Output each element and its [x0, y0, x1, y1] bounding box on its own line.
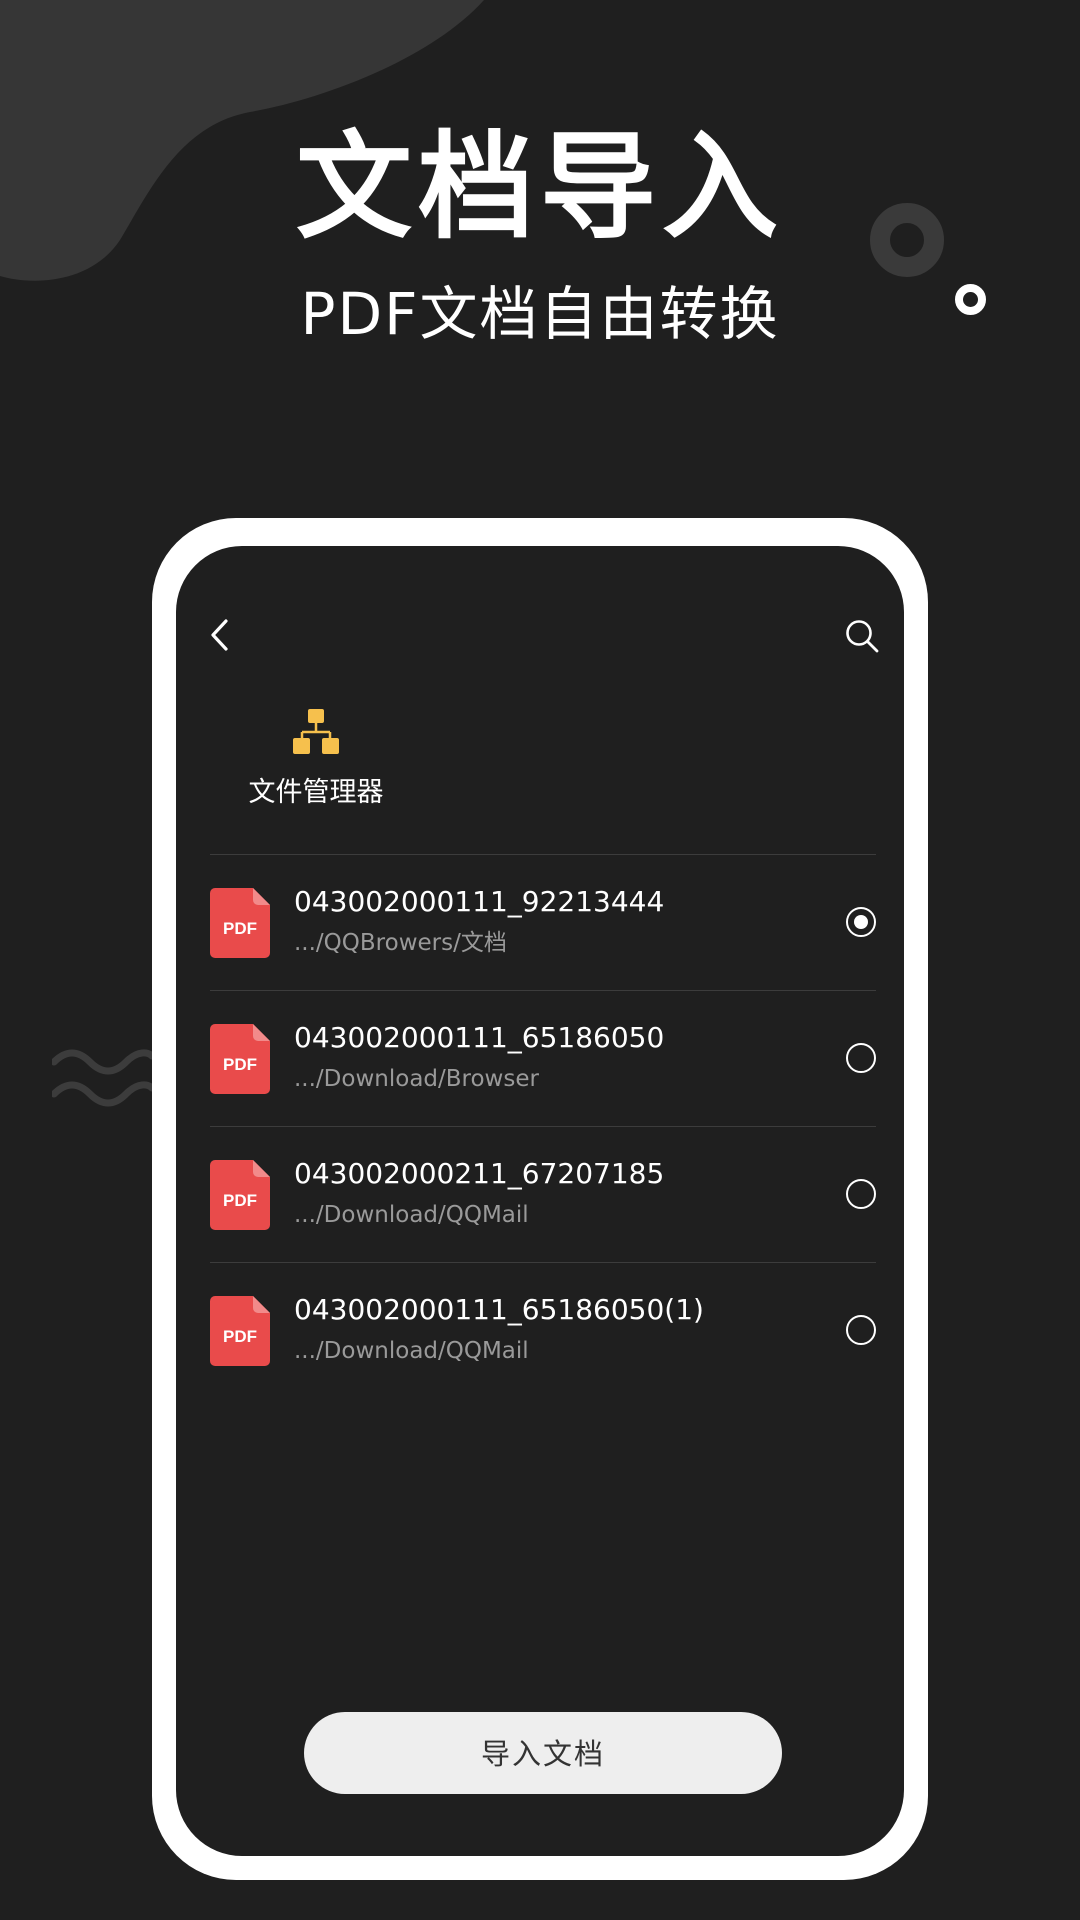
pdf-icon-text: PDF	[223, 1055, 257, 1074]
radio-button[interactable]	[846, 1179, 876, 1209]
file-manager-button[interactable]: 文件管理器	[236, 708, 396, 810]
pdf-file-icon: PDF	[210, 1160, 270, 1230]
file-path: .../QQBrowers/文档	[294, 930, 507, 956]
decorative-waves	[52, 1049, 152, 1107]
file-name: 043002000211_67207185	[294, 1157, 665, 1190]
radio-button-selected[interactable]	[846, 907, 876, 937]
file-name: 043002000111_65186050(1)	[294, 1293, 704, 1326]
phone-frame: 文件管理器 PDF 043002000111_92213444 .../QQBr…	[152, 518, 928, 1880]
file-list-item[interactable]: PDF 043002000111_92213444 .../QQBrowers/…	[210, 854, 876, 990]
radio-button[interactable]	[846, 1315, 876, 1345]
file-list-item[interactable]: PDF 043002000211_67207185 .../Download/Q…	[210, 1126, 876, 1262]
hero-title: 文档导入	[296, 120, 784, 255]
back-arrow-icon[interactable]	[206, 616, 236, 654]
file-list-item[interactable]: PDF 043002000111_65186050 .../Download/B…	[210, 990, 876, 1126]
file-path: .../Download/Browser	[294, 1066, 539, 1092]
file-path: .../Download/QQMail	[294, 1338, 529, 1364]
file-name: 043002000111_92213444	[294, 885, 665, 918]
file-name: 043002000111_65186050	[294, 1021, 665, 1054]
file-list-item[interactable]: PDF 043002000111_65186050(1) .../Downloa…	[210, 1262, 876, 1398]
import-document-button[interactable]: 导入文档	[304, 1712, 782, 1794]
file-tree-icon	[293, 709, 339, 754]
radio-button[interactable]	[846, 1043, 876, 1073]
pdf-file-icon: PDF	[210, 888, 270, 958]
phone-screen: 文件管理器 PDF 043002000111_92213444 .../QQBr…	[176, 546, 904, 1856]
pdf-file-icon: PDF	[210, 1024, 270, 1094]
hero-subtitle: PDF文档自由转换	[300, 280, 780, 348]
pdf-icon-text: PDF	[223, 1191, 257, 1210]
pdf-icon-text: PDF	[223, 919, 257, 938]
file-manager-label: 文件管理器	[248, 777, 384, 808]
pdf-icon-text: PDF	[223, 1327, 257, 1346]
search-icon[interactable]	[844, 618, 880, 654]
file-path: .../Download/QQMail	[294, 1202, 529, 1228]
pdf-file-icon: PDF	[210, 1296, 270, 1366]
